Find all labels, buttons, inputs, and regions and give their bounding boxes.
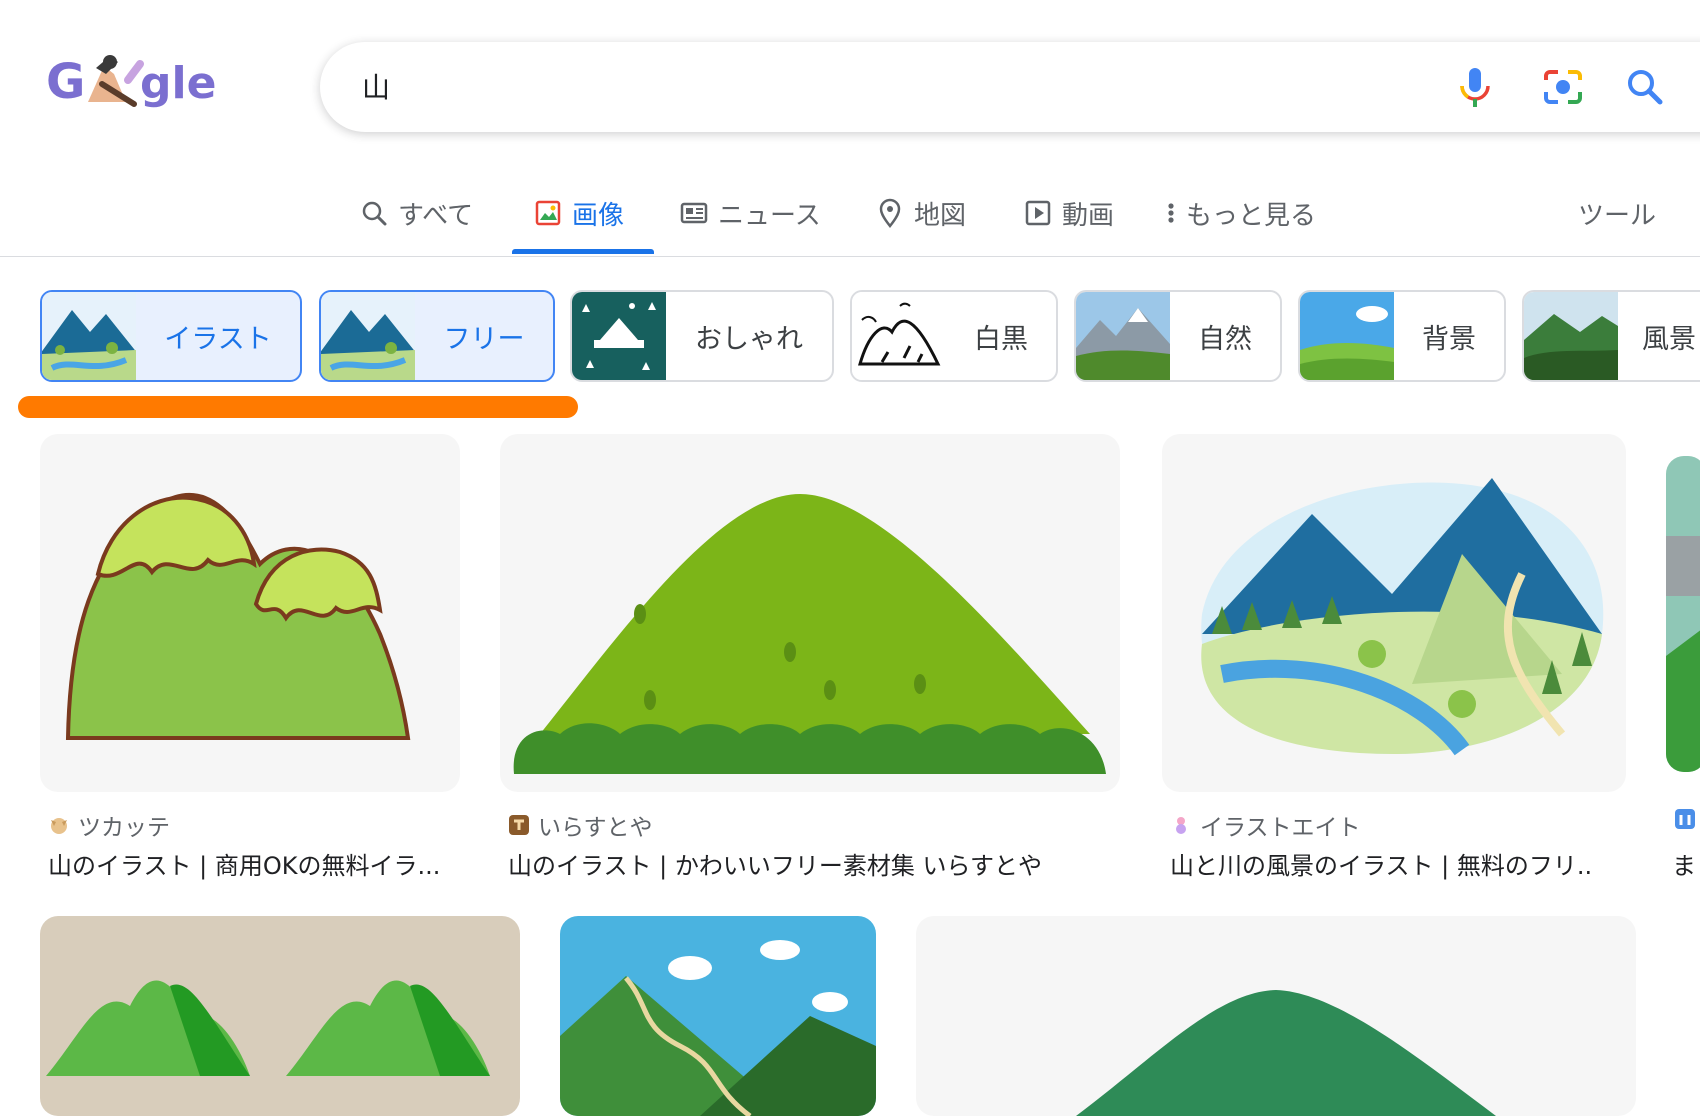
source-label: ツカッテ [78, 815, 170, 841]
dog-face-icon [51, 818, 67, 834]
tab-label: 画像 [572, 200, 625, 231]
result-source-1[interactable]: ツカッテ [48, 808, 170, 842]
search-box[interactable] [320, 42, 1700, 132]
mic-icon[interactable] [1450, 62, 1500, 112]
source-label: いらすとや [538, 815, 653, 841]
tab-label: すべて [398, 200, 474, 231]
mountain-cartoon-image [65, 492, 411, 740]
result-image-1[interactable] [40, 434, 460, 792]
mountain-photo-image [1666, 456, 1700, 772]
result-source-4[interactable] [1674, 808, 1696, 830]
active-tab-indicator [512, 249, 654, 254]
chip-label: 背景 [1422, 323, 1476, 355]
result-source-3[interactable]: イラストエイト [1170, 808, 1361, 842]
search-tabs: すべて 画像 ニュース 地図 動画 もっと見る ツール [0, 170, 1700, 257]
chip-monochrome[interactable]: 白黒 [850, 290, 1058, 382]
camera-lens-icon[interactable] [1538, 62, 1588, 112]
tab-more[interactable]: もっと見る [1166, 188, 1316, 238]
tab-videos[interactable]: 動画 [1024, 188, 1114, 238]
result-image-5[interactable] [40, 916, 520, 1116]
result-image-4[interactable] [1666, 456, 1700, 772]
watercolor-mountain-image [1076, 990, 1496, 1116]
chip-free[interactable]: フリー [319, 290, 555, 382]
mountain-river-image [1201, 478, 1604, 756]
chip-background[interactable]: 背景 [1298, 290, 1506, 382]
tab-maps[interactable]: 地図 [876, 188, 966, 238]
chip-scenery[interactable]: 風景 [1522, 290, 1700, 382]
tab-label: もっと見る [1186, 200, 1317, 231]
chip-nature[interactable]: 自然 [1074, 290, 1282, 382]
image-icon [535, 200, 561, 226]
chip-label: イラスト [164, 323, 272, 355]
mountain-outline-thumbnail [852, 292, 946, 380]
mountain-photo-thumbnail [1076, 292, 1170, 380]
chip-stylish[interactable]: おしゃれ [570, 290, 834, 382]
chip-label: フリー [443, 323, 525, 355]
search-input[interactable] [362, 64, 1362, 108]
chip-illust[interactable]: イラスト [40, 290, 302, 382]
meadow-thumbnail [1300, 292, 1394, 380]
chip-label: 自然 [1198, 323, 1252, 355]
news-icon [680, 202, 708, 224]
result-title-1[interactable]: 山のイラスト | 商用OKの無料イラ... [48, 846, 468, 881]
tools-button[interactable]: ツール [1578, 188, 1656, 238]
site-logo-icon [1675, 809, 1695, 829]
highlight-bar [18, 396, 578, 418]
mountain-badge-thumbnail [572, 292, 666, 380]
more-vert-icon [1168, 203, 1174, 223]
tab-label: 動画 [1062, 200, 1115, 231]
svg-text:G: G [46, 54, 85, 110]
mountain-trail-image [560, 940, 876, 1116]
green-hill-image [513, 494, 1106, 774]
search-icon [362, 201, 387, 226]
tools-label: ツール [1578, 200, 1657, 231]
tab-news[interactable]: ニュース [680, 188, 821, 238]
irasutoya-logo-icon [509, 815, 529, 835]
mountain-thumbnail [321, 292, 415, 380]
result-title-3[interactable]: 山と川の風景のイラスト | 無料のフリ... [1170, 846, 1590, 881]
map-pin-icon [879, 198, 901, 228]
mountain-thumbnail [42, 292, 136, 380]
result-source-2[interactable]: いらすとや [508, 808, 653, 842]
illust8-logo-icon [1176, 817, 1186, 834]
result-title-4[interactable]: ま [1672, 846, 1700, 881]
result-image-3[interactable] [1162, 434, 1626, 792]
search-icon[interactable] [1620, 62, 1670, 112]
tab-label: 地図 [914, 200, 967, 231]
chip-label: 白黒 [974, 323, 1028, 355]
chip-label: 風景 [1642, 323, 1696, 355]
tab-label: ニュース [718, 200, 821, 231]
tab-images[interactable]: 画像 [534, 188, 624, 238]
twin-mountains-image [46, 980, 490, 1076]
google-doodle-logo[interactable]: G gle [44, 44, 244, 124]
result-image-2[interactable] [500, 434, 1120, 792]
green-mountain-thumbnail [1524, 292, 1618, 380]
result-image-7[interactable] [916, 916, 1636, 1116]
svg-text:gle: gle [140, 58, 216, 109]
result-image-6[interactable] [560, 916, 876, 1116]
source-label: イラストエイト [1200, 815, 1361, 841]
play-icon [1025, 200, 1051, 226]
tab-all[interactable]: すべて [360, 188, 473, 238]
chip-label: おしゃれ [695, 323, 803, 355]
result-title-2[interactable]: 山のイラスト | かわいいフリー素材集 いらすとや [508, 846, 1128, 881]
